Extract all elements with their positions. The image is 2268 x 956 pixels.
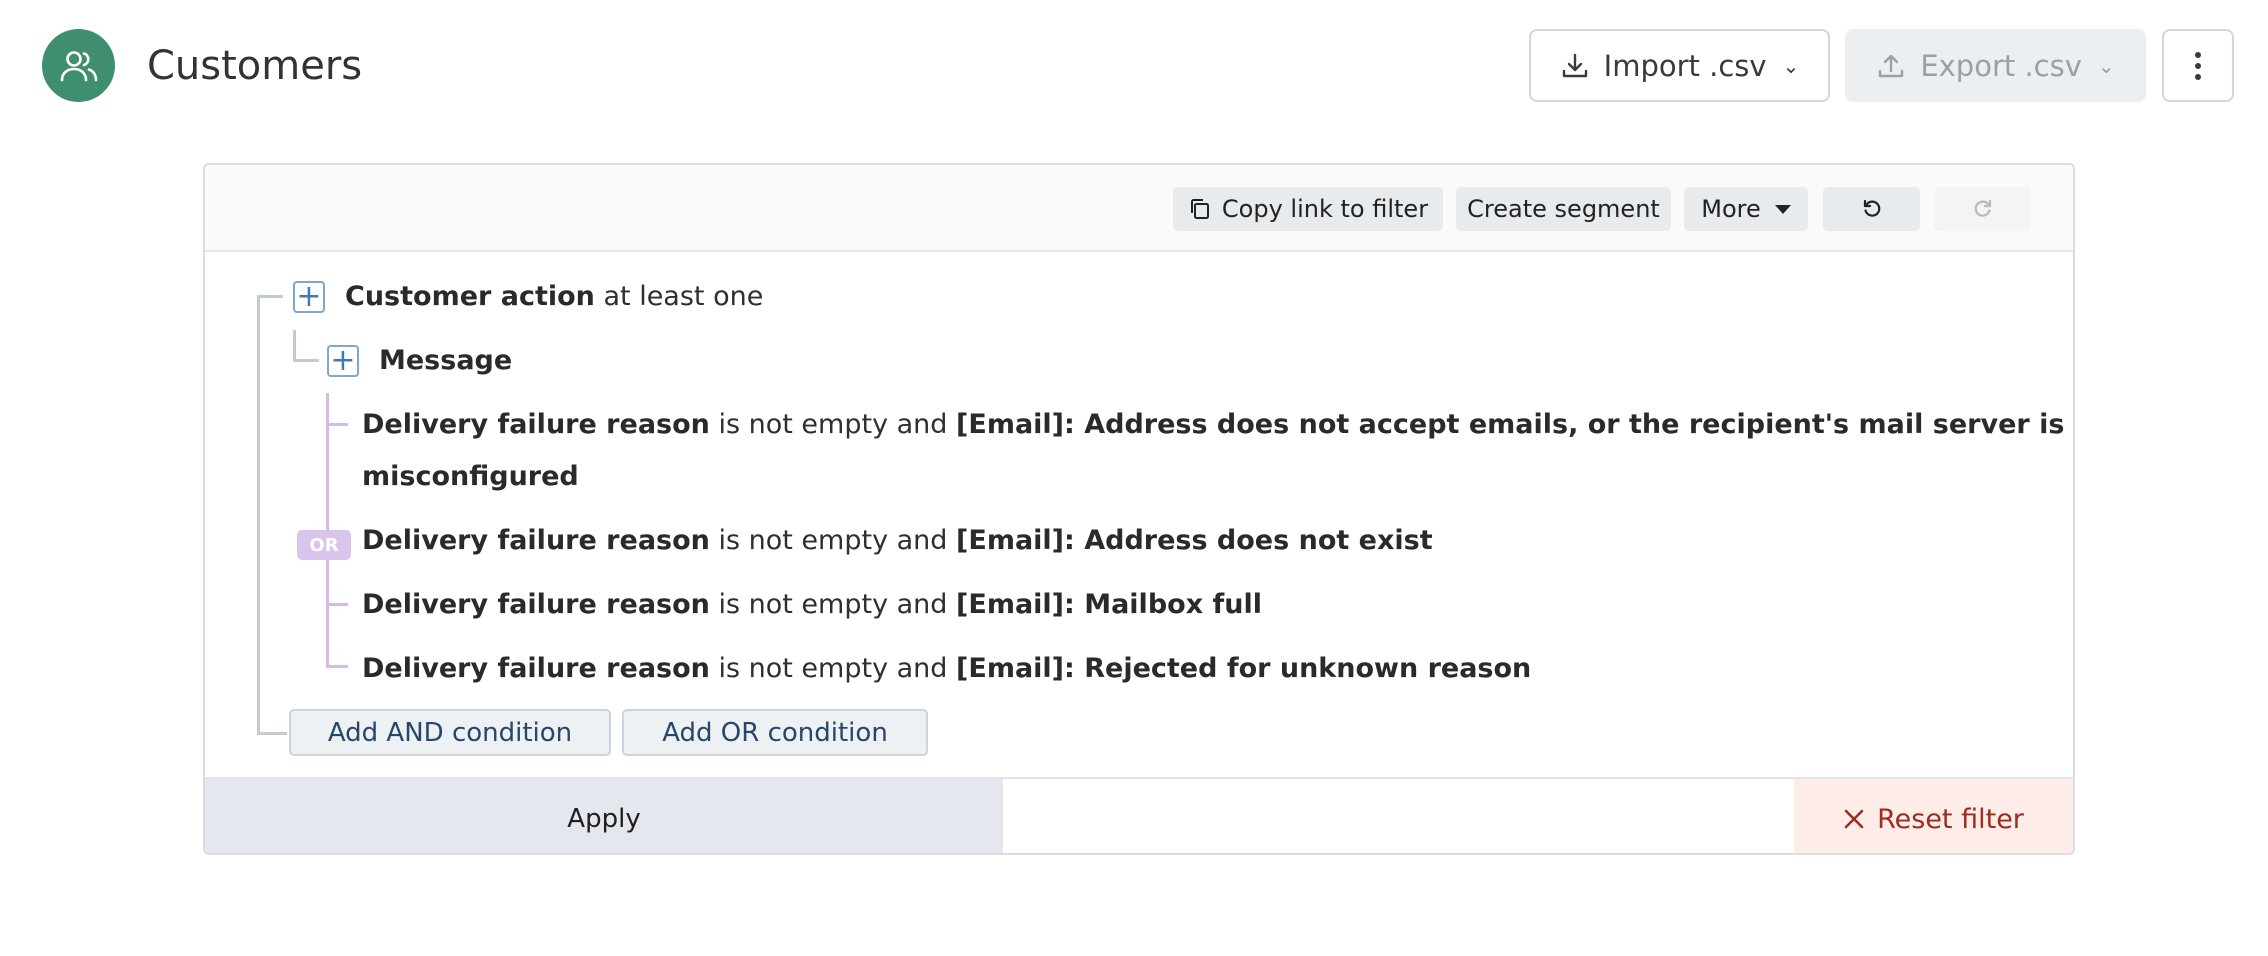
add-root-condition-button[interactable]: + — [293, 281, 325, 313]
copy-icon — [1190, 199, 1209, 219]
chevron-down-icon: ⌄ — [2097, 53, 2115, 78]
close-icon — [1844, 809, 1864, 829]
condition-row[interactable]: Delivery failure reason is not empty and… — [362, 521, 1433, 561]
condition-row[interactable]: Delivery failure reason is not empty and… — [362, 585, 1262, 625]
avatar — [42, 29, 115, 102]
filter-footer: Apply Reset filter — [205, 777, 2073, 853]
import-csv-label: Import .csv — [1603, 48, 1767, 83]
tree-line-root-bottom — [257, 732, 287, 735]
tree-line-root-vertical — [257, 295, 260, 735]
import-csv-button[interactable]: Import .csv ⌄ — [1529, 29, 1830, 102]
more-options-button[interactable] — [2162, 29, 2234, 102]
download-icon — [1562, 53, 1587, 77]
filter-panel: Copy link to filter Create segment More — [203, 163, 2075, 855]
create-segment-label: Create segment — [1467, 195, 1660, 223]
tree-line-child-vertical — [293, 330, 296, 361]
copy-link-button[interactable]: Copy link to filter — [1173, 187, 1443, 231]
upload-icon — [1879, 54, 1904, 77]
create-segment-button[interactable]: Create segment — [1456, 187, 1671, 231]
export-csv-label: Export .csv — [1920, 48, 2082, 83]
or-group-line-3 — [326, 603, 348, 606]
redo-icon — [1974, 199, 1991, 217]
filter-toolbar: Copy link to filter Create segment More — [205, 165, 2073, 252]
or-operator-badge[interactable]: OR — [297, 530, 351, 560]
reset-filter-label: Reset filter — [1877, 803, 2024, 835]
undo-button[interactable] — [1823, 187, 1920, 231]
tree-line-child-horizontal — [293, 359, 319, 362]
condition-row-continuation[interactable]: misconfigured — [362, 457, 579, 497]
add-and-condition-button[interactable]: Add AND condition — [289, 709, 611, 756]
add-message-condition-button[interactable]: + — [327, 345, 359, 377]
users-icon — [60, 50, 97, 81]
or-group-line-1 — [326, 423, 348, 426]
redo-button[interactable] — [1934, 187, 2031, 231]
kebab-menu-icon — [2195, 51, 2201, 80]
condition-customer-action[interactable]: Customer action at least one — [345, 277, 763, 317]
apply-button[interactable]: Apply — [205, 779, 1003, 853]
undo-icon — [1863, 199, 1880, 217]
more-label: More — [1701, 195, 1761, 223]
condition-row[interactable]: Delivery failure reason is not empty and… — [362, 649, 1531, 689]
chevron-down-icon: ⌄ — [1782, 53, 1800, 78]
condition-row[interactable]: Delivery failure reason is not empty and… — [362, 405, 2064, 445]
or-group-line-4 — [326, 665, 348, 668]
condition-message[interactable]: Message — [379, 341, 512, 381]
add-or-condition-button[interactable]: Add OR condition — [622, 709, 928, 756]
tree-line-root-top — [257, 295, 283, 298]
page-title: Customers — [147, 43, 363, 89]
reset-filter-button[interactable]: Reset filter — [1794, 779, 2073, 853]
export-csv-button[interactable]: Export .csv ⌄ — [1845, 29, 2146, 102]
more-dropdown-button[interactable]: More — [1684, 187, 1808, 231]
caret-down-icon — [1774, 204, 1791, 214]
copy-link-label: Copy link to filter — [1221, 195, 1429, 223]
